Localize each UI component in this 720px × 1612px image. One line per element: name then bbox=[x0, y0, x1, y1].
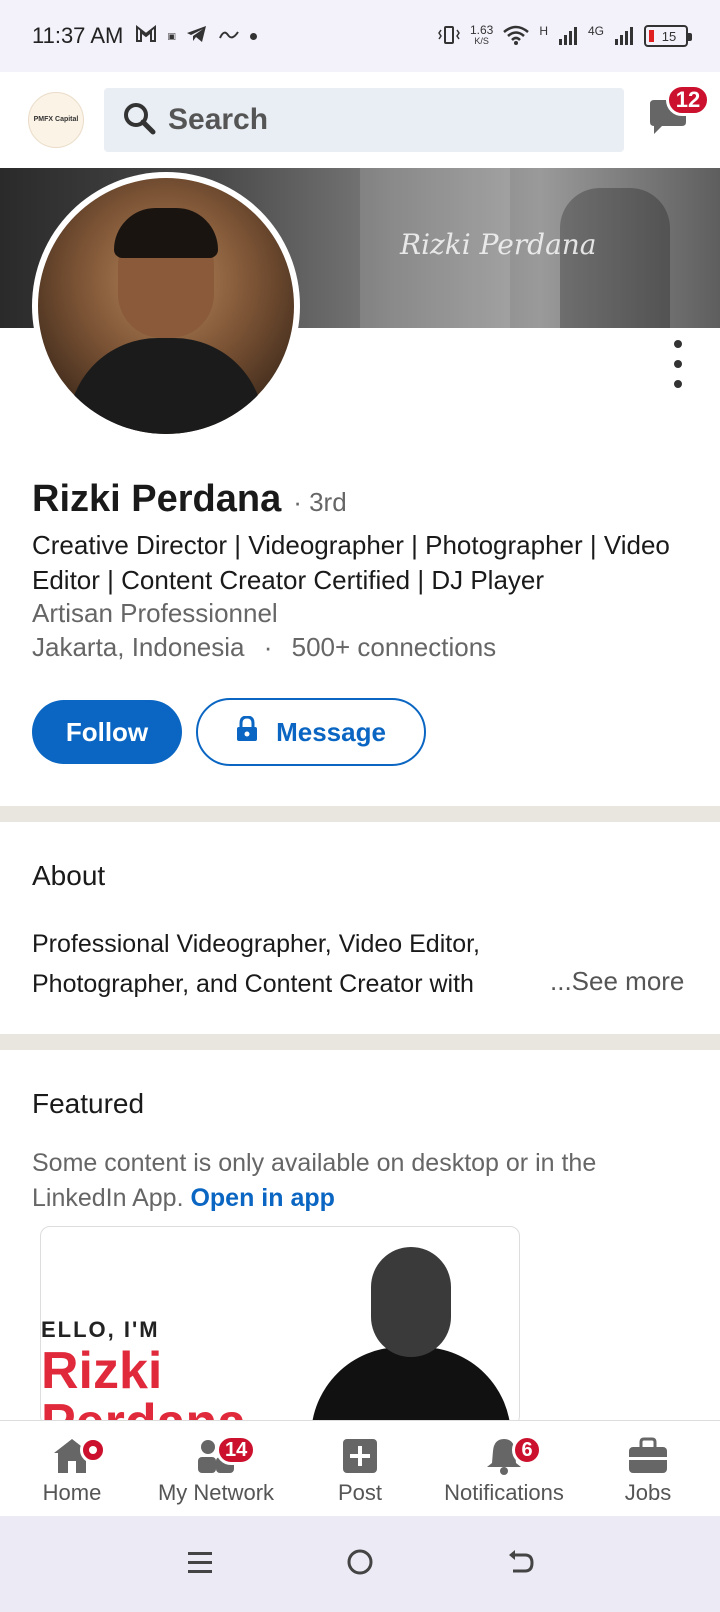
bottom-nav: Home 14 My Network Post 6 Notifications … bbox=[0, 1420, 720, 1516]
net-type-4g: 4G bbox=[587, 24, 604, 38]
logo-text: PMFX Capital bbox=[33, 116, 79, 123]
profile-headline: Creative Director | Videographer | Photo… bbox=[32, 530, 670, 595]
profile-photo[interactable] bbox=[32, 172, 300, 440]
featured-card[interactable]: ELLO, I'M Rizki Perdana bbox=[40, 1226, 520, 1426]
briefcase-icon bbox=[626, 1436, 670, 1476]
status-bar: 11:37 AM ▣ 1.63 K/S H 4G 15 bbox=[0, 0, 720, 72]
nav-label-jobs: Jobs bbox=[624, 1480, 672, 1505]
nav-label-post: Post bbox=[337, 1480, 383, 1505]
about-title: About bbox=[32, 860, 106, 891]
lock-icon bbox=[236, 714, 258, 749]
messaging-badge: 12 bbox=[666, 84, 710, 116]
post-icon bbox=[338, 1436, 382, 1476]
nav-label-my-network: My Network bbox=[157, 1480, 275, 1505]
featured-note: Some content is only available on deskto… bbox=[32, 1146, 692, 1216]
connection-degree: · 3rd bbox=[293, 487, 347, 517]
top-bar: PMFX Capital 12 bbox=[0, 72, 720, 168]
recents-icon[interactable] bbox=[185, 1547, 215, 1582]
gmail-icon bbox=[135, 24, 157, 48]
vibrate-icon bbox=[438, 25, 460, 48]
search-box[interactable] bbox=[104, 88, 624, 152]
featured-card-photo bbox=[311, 1237, 511, 1425]
profile-location: Jakarta, Indonesia bbox=[32, 632, 245, 662]
featured-card-hello: ELLO, I'M bbox=[41, 1317, 160, 1342]
nav-post[interactable]: Post bbox=[288, 1421, 432, 1516]
profile-name: Rizki Perdana bbox=[32, 478, 282, 520]
notifications-badge: 6 bbox=[512, 1435, 542, 1465]
open-in-app-link[interactable]: Open in app bbox=[190, 1184, 334, 1212]
wifi-icon bbox=[503, 25, 530, 48]
network-badge: 14 bbox=[216, 1435, 257, 1465]
app-icon bbox=[218, 26, 240, 47]
nav-notifications[interactable]: 6 Notifications bbox=[432, 1421, 576, 1516]
nav-label-notifications: Notifications bbox=[444, 1480, 564, 1505]
status-right: 1.63 K/S H 4G 15 bbox=[438, 23, 692, 48]
home-circle-icon[interactable] bbox=[345, 1547, 375, 1582]
featured-title: Featured bbox=[32, 1088, 145, 1119]
signal-icon bbox=[558, 25, 578, 48]
temu-icon: ▣ bbox=[167, 30, 176, 41]
notification-icons: ▣ bbox=[135, 24, 257, 48]
avatar bbox=[38, 178, 294, 434]
search-icon bbox=[122, 101, 156, 140]
search-input[interactable] bbox=[168, 103, 588, 137]
nav-jobs[interactable]: Jobs bbox=[576, 1421, 720, 1516]
see-more-link[interactable]: ...See more bbox=[550, 966, 684, 997]
net-type-h: H bbox=[539, 24, 548, 38]
section-divider bbox=[0, 1034, 720, 1050]
featured-card-name: Rizki Perdana bbox=[41, 1342, 246, 1425]
section-divider bbox=[0, 806, 720, 822]
back-icon[interactable] bbox=[505, 1547, 535, 1582]
messaging-button[interactable]: 12 bbox=[644, 84, 710, 144]
net-speed: 1.63 K/S bbox=[469, 23, 494, 47]
battery-level: 15 bbox=[661, 28, 677, 44]
profile-company: Artisan Professionnel bbox=[32, 598, 278, 628]
telegram-icon bbox=[186, 25, 208, 48]
system-nav-bar bbox=[0, 1516, 720, 1612]
net-speed-value: 1.63 bbox=[469, 23, 494, 37]
nav-label-home: Home bbox=[42, 1480, 102, 1505]
message-label: Message bbox=[276, 716, 386, 747]
more-notifications-dot-icon bbox=[249, 32, 257, 40]
status-time: 11:37 AM bbox=[32, 23, 124, 48]
featured-card-name-1: Rizki bbox=[41, 1342, 163, 1400]
battery-icon: 15 bbox=[644, 25, 692, 47]
net-speed-unit: K/S bbox=[474, 36, 489, 46]
nav-home[interactable]: Home bbox=[0, 1421, 144, 1516]
separator-dot: · bbox=[263, 632, 273, 662]
follow-button[interactable]: Follow bbox=[32, 700, 182, 764]
location-row: Jakarta, Indonesia · 500+ connections bbox=[32, 632, 496, 663]
nav-my-network[interactable]: 14 My Network bbox=[144, 1421, 288, 1516]
profile-avatar-logo[interactable]: PMFX Capital bbox=[28, 92, 84, 148]
home-badge-dot bbox=[80, 1437, 106, 1463]
more-options-icon[interactable] bbox=[664, 340, 692, 388]
about-text: Professional Videographer, Video Editor,… bbox=[32, 930, 480, 998]
banner-signature: Rizki Perdana bbox=[400, 228, 597, 261]
message-button[interactable]: Message bbox=[196, 698, 426, 766]
signal-icon-2 bbox=[614, 25, 634, 48]
profile-connections[interactable]: 500+ connections bbox=[292, 632, 497, 662]
name-row: Rizki Perdana · 3rd bbox=[32, 478, 347, 521]
